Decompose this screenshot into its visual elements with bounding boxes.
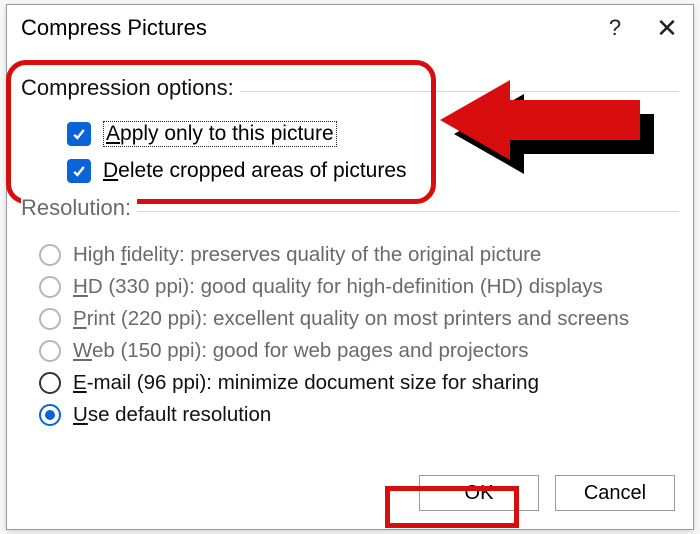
compression-options-legend: Compression options: [21,75,240,101]
ok-label: OK [465,482,494,505]
cancel-button[interactable]: Cancel [555,475,675,511]
radio-icon [39,340,61,362]
resolution-legend: Resolution: [21,195,137,221]
dialog-title: Compress Pictures [21,15,589,41]
compression-options-group: Compression options: Apply only to this … [21,75,679,183]
delete-cropped-areas-checkbox-row[interactable]: Delete cropped areas of pictures [67,159,679,183]
help-button[interactable]: ? [589,5,641,51]
close-button[interactable]: ✕ [641,5,693,51]
dialog-footer: OK Cancel [419,475,675,511]
cancel-label: Cancel [584,482,646,505]
resolution-option-label: HD (330 ppi): good quality for high-defi… [73,275,603,299]
resolution-option-hd: HD (330 ppi): good quality for high-defi… [39,275,679,299]
checkbox-checked-icon [67,122,91,146]
apply-only-to-this-picture-checkbox-row[interactable]: Apply only to this picture [67,121,679,147]
apply-only-label: Apply only to this picture [103,121,337,147]
resolution-option-email[interactable]: E-mail (96 ppi): minimize document size … [39,371,679,395]
checkbox-checked-icon [67,159,91,183]
resolution-option-label: Print (220 ppi): excellent quality on mo… [73,307,629,331]
compression-options-body: Apply only to this picture Delete croppe… [21,101,679,183]
resolution-option-label: E-mail (96 ppi): minimize document size … [73,371,539,395]
resolution-option-default[interactable]: Use default resolution [39,403,679,427]
radio-icon [39,308,61,330]
radio-icon [39,372,61,394]
radio-icon [39,244,61,266]
resolution-group: Resolution: High fidelity: preserves qua… [21,195,679,427]
resolution-option-label: Use default resolution [73,403,271,427]
resolution-option-fidelity: High fidelity: preserves quality of the … [39,243,679,267]
radio-selected-icon [39,404,61,426]
delete-cropped-label: Delete cropped areas of pictures [103,159,407,183]
radio-icon [39,276,61,298]
ok-button[interactable]: OK [419,475,539,511]
compress-pictures-dialog: Compress Pictures ? ✕ Compression option… [6,4,694,530]
resolution-options-body: High fidelity: preserves quality of the … [21,221,679,427]
close-icon: ✕ [656,13,678,44]
resolution-option-label: Web (150 ppi): good for web pages and pr… [73,339,528,363]
resolution-option-print: Print (220 ppi): excellent quality on mo… [39,307,679,331]
titlebar: Compress Pictures ? ✕ [7,5,693,51]
help-icon: ? [609,15,621,41]
resolution-option-web: Web (150 ppi): good for web pages and pr… [39,339,679,363]
resolution-option-label: High fidelity: preserves quality of the … [73,243,541,267]
